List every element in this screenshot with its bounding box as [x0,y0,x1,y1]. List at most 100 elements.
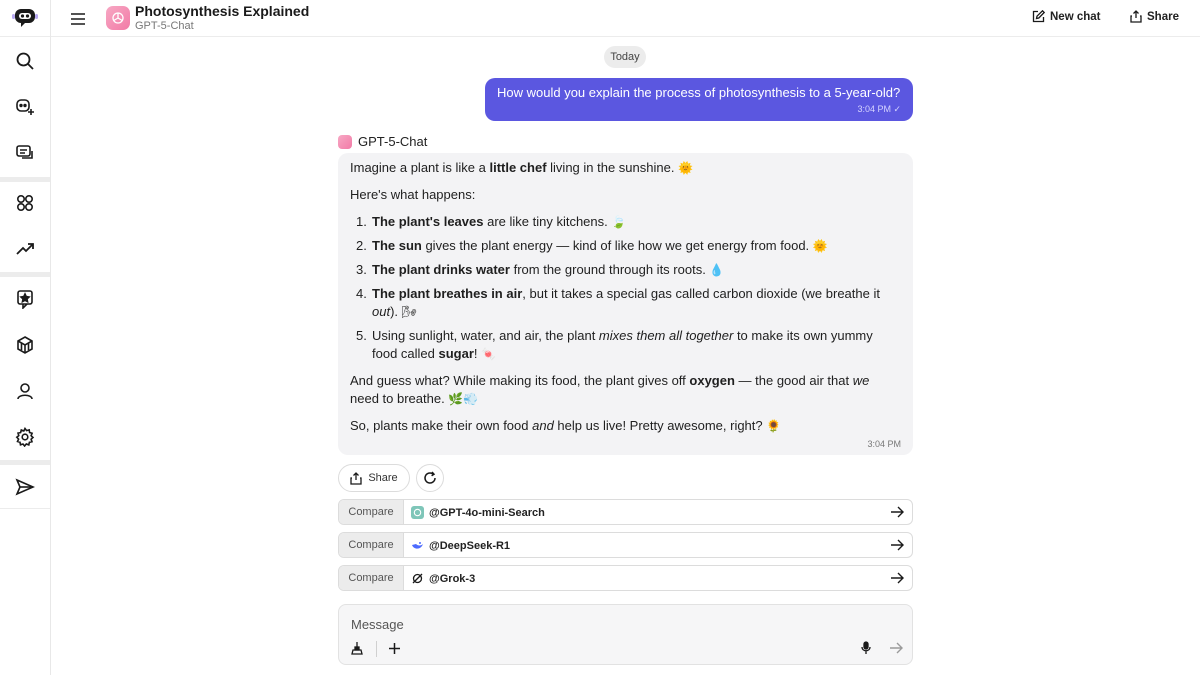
bot-text: food called [372,346,439,361]
sidebar-profile[interactable] [0,371,50,411]
deepseek-icon [412,542,423,549]
share-icon [350,471,362,485]
openai-icon [411,506,424,519]
bot-italic-text: mixes them all together [598,328,734,343]
bot-sender-name: GPT-5-Chat [358,134,428,149]
sidebar-chats[interactable] [0,133,50,173]
bot-text: need to breathe. [350,391,449,406]
list-item: 5. Using sunlight, water, and air, the pl… [356,327,873,363]
user-message: How would you explain the process of pho… [485,78,913,121]
list-item: 3. The plant drinks water from the ground… [356,261,724,279]
message-input[interactable] [351,617,831,632]
bot-bold-text: The plant breathes in air [372,286,523,301]
cube-icon [17,336,33,354]
list-number: 4. [356,286,367,301]
compare-row-grok-3[interactable]: Compare @Grok-3 [338,565,913,591]
list-number: 2. [356,238,367,253]
share-message-label: Share [368,472,398,484]
sidebar-divider [0,177,50,182]
bot-text: from the ground through its roots. [509,262,710,277]
compare-tag: Compare [339,500,404,524]
user-icon [17,383,33,400]
leaf-emoji-icon: 🍃 [611,215,627,229]
send-icon [15,478,35,496]
sidebar-apps[interactable] [0,183,50,223]
bot-bold-text: little chef [489,160,547,175]
candy-emoji-icon: 🍬 [481,347,497,361]
sidebar-new-bot[interactable] [0,87,50,127]
bot-paragraph: And guess what? While making its food, t… [350,372,869,408]
regenerate-button[interactable] [416,464,444,492]
hamburger-icon [71,13,85,25]
bot-bold-text: The plant's leaves [372,214,484,229]
sidebar-starred[interactable] [0,279,50,319]
bot-bold-text: sugar [438,346,474,361]
bot-lead: Here's what happens: [350,187,476,202]
list-number: 3. [356,262,367,277]
voice-button[interactable] [857,639,875,657]
new-chat-label: New chat [1050,10,1101,23]
bot-bold-text: The plant drinks water [372,262,510,277]
sidebar-settings[interactable] [0,417,50,457]
menu-button[interactable] [68,9,88,29]
bot-text: gives the plant energy — kind of like ho… [421,238,813,253]
arrow-right-icon [890,642,903,654]
bot-text: — the good air that [734,373,853,388]
sidebar-trending[interactable] [0,229,50,269]
bot-text: living in the sunshine. [546,160,679,175]
logo[interactable] [0,0,50,37]
compare-row-gpt-4o-mini-search[interactable]: Compare @GPT-4o-mini-Search [338,499,913,525]
compare-tag: Compare [339,533,404,557]
sun-emoji-icon: 🌞 [678,161,694,175]
trending-icon [16,243,34,255]
brush-icon [351,642,363,655]
compare-row-deepseek-r1[interactable]: Compare @DeepSeek-R1 [338,532,913,558]
attach-button[interactable] [385,639,403,657]
grok-icon [412,573,423,584]
new-chat-button[interactable]: New chat [1032,10,1101,23]
compare-model: @DeepSeek-R1 [411,539,510,552]
share-button[interactable]: Share [1130,10,1179,23]
bot-bold-text: oxygen [689,373,735,388]
bot-text: Imagine a plant is like a [350,160,490,175]
sidebar-divider [0,508,50,509]
list-number: 5. [356,328,367,343]
send-message-button[interactable] [887,639,905,657]
compare-model: @Grok-3 [411,572,475,585]
bot-avatar [106,6,130,30]
star-chat-icon [17,290,33,309]
bot-intro: Imagine a plant is like a little chef li… [350,159,693,177]
bot-text: ). [390,304,402,319]
share-message-button[interactable]: Share [338,464,410,492]
bot-mini-avatar [338,134,352,149]
plus-icon [388,642,400,654]
list-item: 1. The plant's leaves are like tiny kitch… [356,213,626,231]
sidebar-send[interactable] [0,467,50,507]
bot-sender: GPT-5-Chat [338,134,427,149]
refresh-icon [424,471,436,484]
sidebar [0,0,51,675]
page-title: Photosynthesis Explained [135,3,310,19]
chats-icon [16,145,33,159]
bot-message-time: 3:04 PM [867,439,901,449]
droplet-emoji-icon: 💧 [709,263,725,277]
user-message-time: 3:04 PM ✓ [857,104,901,114]
header: Photosynthesis Explained GPT-5-Chat New … [51,0,1200,37]
microphone-icon [861,641,871,654]
sidebar-divider [0,272,50,277]
bot-text: to make its own yummy [733,328,873,343]
brush-button[interactable] [348,639,366,657]
bot-italic-text: we [852,373,870,388]
compare-model-name: @Grok-3 [429,572,476,585]
sidebar-search[interactable] [0,41,50,81]
share-label: Share [1147,10,1179,23]
list-item: 4. The plant breathes in air, but it take… [356,285,880,321]
sidebar-models[interactable] [0,325,50,365]
sidebar-divider [0,460,50,465]
compare-model-name: @GPT-4o-mini-Search [429,506,545,519]
compare-model: @GPT-4o-mini-Search [411,506,545,519]
bot-text: are like tiny kitchens. [483,214,612,229]
wind-emoji-icon: 🌬 [401,305,417,319]
message-composer [338,604,913,665]
arrow-right-icon [891,539,904,551]
